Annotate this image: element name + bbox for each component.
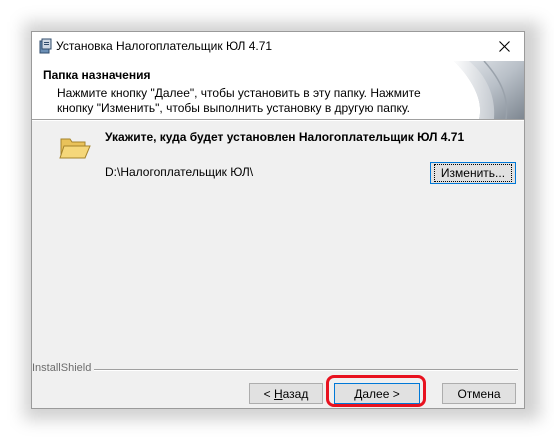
close-icon — [499, 41, 510, 52]
page-curl-graphic — [424, 61, 524, 119]
installshield-brand: InstallShield — [32, 362, 95, 374]
cancel-label: Отмена — [457, 386, 501, 401]
back-prefix: < — [263, 386, 274, 401]
dialog-header: Папка назначения Нажмите кнопку "Далее",… — [32, 61, 524, 119]
folder-open-icon — [59, 138, 91, 159]
change-folder-button[interactable]: Изменить... — [430, 162, 516, 184]
destination-instruction: Укажите, куда будет установлен Налогопла… — [105, 130, 465, 144]
next-button[interactable]: Далее > — [334, 383, 420, 404]
window-title: Установка Налогоплательщик ЮЛ 4.71 — [56, 39, 273, 53]
installer-app-icon — [39, 38, 52, 54]
next-hotkey: Д — [354, 386, 363, 401]
header-title: Папка назначения — [43, 68, 151, 82]
back-hotkey: Н — [273, 386, 283, 401]
header-separator — [32, 119, 524, 121]
title-bar[interactable]: Установка Налогоплательщик ЮЛ 4.71 — [32, 32, 524, 61]
change-folder-label: Изменить... — [433, 164, 513, 182]
installer-window: Установка Налогоплательщик ЮЛ 4.71 Папка… — [31, 31, 525, 409]
footer-separator — [92, 369, 518, 371]
back-button[interactable]: < Назад — [249, 383, 323, 404]
install-path: D:\Налогоплательщик ЮЛ\ — [105, 165, 254, 179]
cancel-button[interactable]: Отмена — [442, 383, 516, 404]
next-label-rest: алее > — [362, 386, 400, 401]
close-button[interactable] — [484, 32, 524, 61]
back-label-rest: азад — [282, 386, 309, 401]
header-description: Нажмите кнопку "Далее", чтобы установить… — [57, 86, 421, 115]
